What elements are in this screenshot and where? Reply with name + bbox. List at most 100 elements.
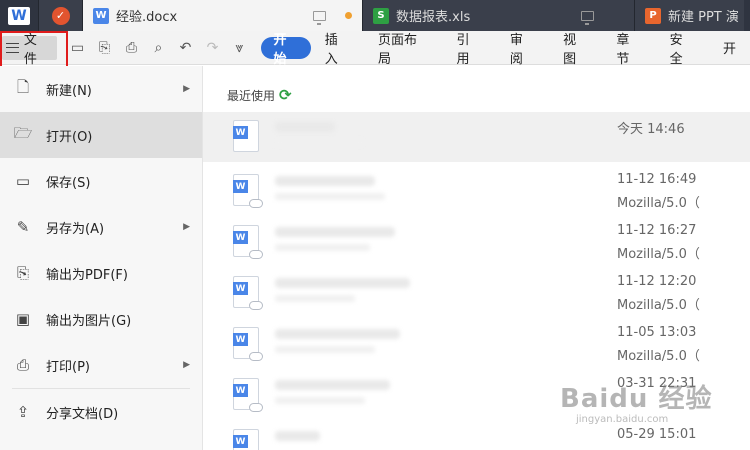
tab-document-docx[interactable]: W 经验.docx bbox=[82, 0, 362, 31]
customize-dropdown-icon[interactable]: ⩔ bbox=[231, 40, 247, 56]
unsaved-dot-icon bbox=[345, 12, 352, 19]
folder-icon: 🗁 bbox=[13, 123, 33, 142]
recent-file-row[interactable]: W 11-12 12:20 Mozilla/5.0（ bbox=[203, 268, 750, 318]
word-doc-icon: W bbox=[233, 276, 263, 310]
ribbon-tabs: 开始 插入 页面布局 引用 审阅 视图 章节 安全 开 bbox=[261, 33, 750, 67]
file-time: 11-05 13:03 bbox=[617, 325, 697, 340]
tab-security[interactable]: 安全 bbox=[656, 33, 709, 67]
tab-references[interactable]: 引用 bbox=[443, 33, 496, 67]
cloud-icon bbox=[249, 199, 263, 208]
wps-logo-icon: W bbox=[8, 6, 30, 25]
docer-tab[interactable]: ✓ bbox=[38, 0, 82, 31]
menu-item-label: 打印(P) bbox=[46, 359, 90, 375]
menu-item-label: 打开(O) bbox=[46, 129, 93, 145]
file-name-blurred bbox=[275, 227, 395, 237]
print-icon[interactable]: ⎙ bbox=[123, 40, 139, 56]
file-path-blurred bbox=[275, 139, 365, 146]
tab-label: 经验.docx bbox=[116, 10, 178, 25]
cloud-icon bbox=[249, 301, 263, 310]
menu-item-save-as[interactable]: ✎ 另存为(A) ▶ bbox=[0, 204, 202, 250]
file-name-blurred bbox=[275, 122, 335, 132]
file-path-blurred bbox=[275, 346, 375, 353]
wps-logo[interactable]: W bbox=[0, 0, 38, 31]
tab-spreadsheet-xls[interactable]: S 数据报表.xls bbox=[362, 0, 634, 31]
tab-start[interactable]: 开始 bbox=[261, 33, 311, 67]
word-doc-icon: W bbox=[233, 120, 259, 152]
file-time: 今天 14:46 bbox=[617, 122, 685, 137]
file-time: 11-12 12:20 bbox=[617, 274, 697, 289]
menu-item-label: 输出为PDF(F) bbox=[46, 267, 128, 283]
file-menu-panel: 🗋 新建(N) ▶ 🗁 打开(O) ▭ 保存(S) ✎ 另存为(A) ▶ ⎘ 输… bbox=[0, 66, 203, 450]
tab-label: 数据报表.xls bbox=[396, 10, 471, 25]
tab-section[interactable]: 章节 bbox=[602, 33, 655, 67]
file-menu-label: 文件 bbox=[23, 32, 37, 67]
menu-item-save[interactable]: ▭ 保存(S) bbox=[0, 158, 202, 204]
save-icon: ▭ bbox=[15, 172, 31, 190]
tab-view[interactable]: 视图 bbox=[549, 33, 602, 67]
tab-insert[interactable]: 插入 bbox=[311, 33, 364, 67]
file-menu-button[interactable]: 文件 bbox=[2, 33, 58, 67]
menu-item-export-pdf[interactable]: ⎘ 输出为PDF(F) bbox=[0, 250, 202, 296]
submenu-arrow-icon: ▶ bbox=[183, 360, 190, 370]
tab-developer[interactable]: 开 bbox=[709, 37, 750, 59]
file-name-blurred bbox=[275, 380, 390, 390]
menu-item-label: 输出为图片(G) bbox=[46, 313, 132, 329]
recent-file-row[interactable]: W 今天 14:46 bbox=[203, 112, 750, 162]
submenu-arrow-icon: ▶ bbox=[183, 222, 190, 232]
pdf-icon: ⎘ bbox=[16, 264, 29, 282]
share-icon: ⇪ bbox=[16, 403, 30, 421]
word-doc-icon: W bbox=[233, 429, 259, 450]
recent-file-row[interactable]: W 11-12 16:27 Mozilla/5.0（ bbox=[203, 217, 750, 267]
printer-icon: ⎙ bbox=[16, 356, 29, 374]
file-source: Mozilla/5.0（ bbox=[617, 247, 700, 262]
tab-page-layout[interactable]: 页面布局 bbox=[364, 33, 443, 67]
hamburger-icon bbox=[6, 42, 19, 53]
new-file-icon: 🗋 bbox=[16, 77, 30, 96]
print-preview-icon[interactable]: ⌕ bbox=[150, 40, 166, 56]
file-time: 03-31 22:31 bbox=[617, 376, 697, 391]
ppt-file-icon: P bbox=[645, 7, 661, 24]
menu-item-export-image[interactable]: ▣ 输出为图片(G) bbox=[0, 296, 202, 342]
file-path-blurred bbox=[275, 397, 365, 404]
word-doc-icon: W bbox=[233, 225, 263, 259]
recent-file-row[interactable]: W 03-31 22:31 bbox=[203, 370, 750, 420]
undo-icon[interactable]: ↶ bbox=[177, 40, 193, 56]
word-doc-icon: W bbox=[233, 174, 263, 208]
recent-title-label: 最近使用 bbox=[227, 88, 276, 103]
file-name-blurred bbox=[275, 278, 410, 288]
tab-review[interactable]: 审阅 bbox=[496, 33, 549, 67]
menu-item-share[interactable]: ⇪ 分享文档(D) bbox=[0, 389, 202, 435]
file-name-blurred bbox=[275, 329, 400, 339]
export-pdf-icon[interactable]: ⎘ bbox=[96, 40, 112, 56]
tab-label: 新建 PPT 演 bbox=[668, 10, 739, 25]
save-as-icon: ✎ bbox=[16, 218, 30, 236]
file-source: Mozilla/5.0（ bbox=[617, 298, 700, 313]
monitor-icon[interactable] bbox=[313, 10, 326, 25]
refresh-icon[interactable]: ⟳ bbox=[279, 86, 292, 104]
monitor-icon[interactable] bbox=[581, 10, 594, 25]
menu-item-label: 新建(N) bbox=[46, 83, 92, 99]
file-name-blurred bbox=[275, 176, 375, 186]
cloud-icon bbox=[249, 403, 263, 412]
save-icon[interactable]: ▭ bbox=[69, 40, 85, 56]
file-path-blurred bbox=[275, 244, 370, 251]
menu-item-open[interactable]: 🗁 打开(O) bbox=[0, 112, 202, 158]
file-path-blurred bbox=[275, 193, 385, 200]
recent-file-row[interactable]: W 11-12 16:49 Mozilla/5.0（ bbox=[203, 166, 750, 216]
recent-file-row[interactable]: W 05-29 15:01 bbox=[203, 421, 750, 450]
menu-item-new[interactable]: 🗋 新建(N) ▶ bbox=[0, 66, 202, 112]
menu-item-print[interactable]: ⎙ 打印(P) ▶ bbox=[0, 342, 202, 388]
sheet-file-icon: S bbox=[373, 7, 389, 24]
word-doc-icon: W bbox=[233, 327, 263, 361]
file-name-blurred bbox=[275, 431, 320, 441]
submenu-arrow-icon: ▶ bbox=[183, 84, 190, 94]
file-source: Mozilla/5.0（ bbox=[617, 349, 700, 364]
cloud-icon bbox=[249, 352, 263, 361]
file-time: 11-12 16:49 bbox=[617, 172, 697, 187]
menu-item-label: 另存为(A) bbox=[46, 221, 105, 237]
redo-icon[interactable]: ↷ bbox=[204, 40, 220, 56]
file-path-blurred bbox=[275, 295, 355, 302]
menu-item-label: 分享文档(D) bbox=[46, 406, 119, 422]
tab-presentation[interactable]: P 新建 PPT 演 bbox=[634, 0, 744, 31]
recent-file-row[interactable]: W 11-05 13:03 Mozilla/5.0（ bbox=[203, 319, 750, 369]
